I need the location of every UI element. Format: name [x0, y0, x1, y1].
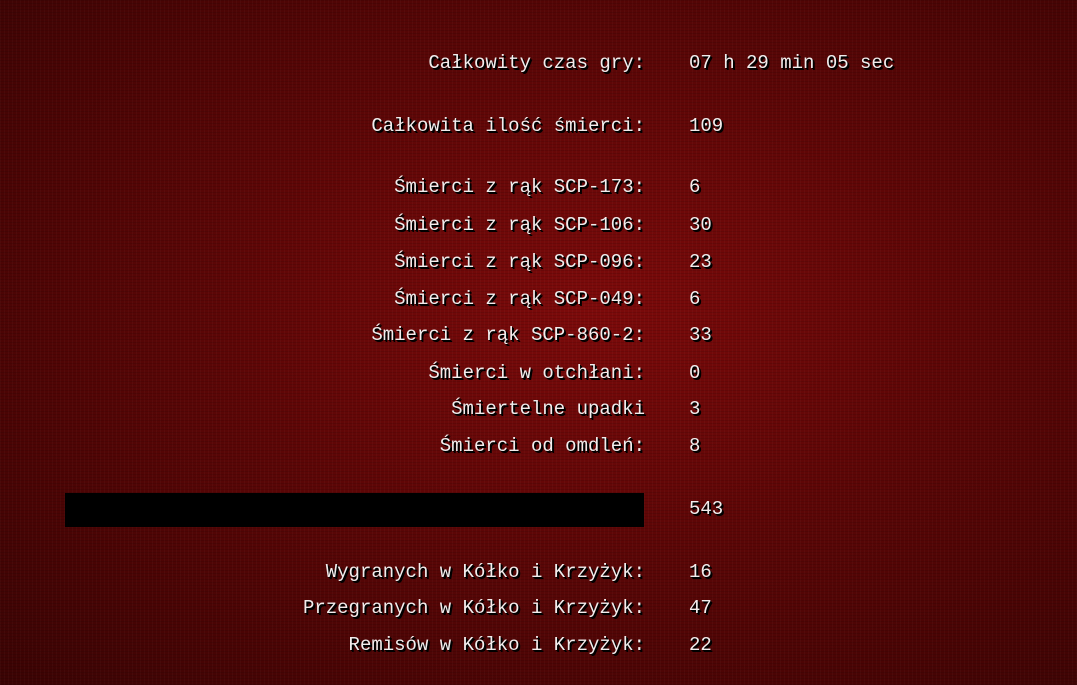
stat-row-total-deaths: Całkowita ilość śmierci: 109 — [0, 115, 1077, 145]
stat-value: 47 — [689, 597, 712, 619]
stat-label: Śmiertelne upadki — [451, 398, 645, 420]
stat-label: Śmierci z rąk SCP-096: — [394, 251, 645, 273]
stat-label: Remisów w Kółko i Krzyżyk: — [348, 634, 645, 656]
stat-value: 0 — [689, 362, 701, 384]
stat-row-ttt-draws: Remisów w Kółko i Krzyżyk: 22 — [0, 634, 1077, 664]
stat-row-total-time: Całkowity czas gry: 07 h 29 min 05 sec — [0, 52, 1077, 82]
stat-value: 07 h 29 min 05 sec — [689, 52, 895, 74]
stat-value: 8 — [689, 435, 701, 457]
stat-row-deaths-scp-173: Śmierci z rąk SCP-173: 6 — [0, 176, 1077, 206]
stat-value: 16 — [689, 561, 712, 583]
stat-row-fatal-falls: Śmiertelne upadki 3 — [0, 398, 1077, 428]
stat-label: Śmierci od omdleń: — [439, 435, 645, 457]
stat-label: Przegranych w Kółko i Krzyżyk: — [302, 597, 645, 619]
stat-label: Śmierci z rąk SCP-106: — [394, 214, 645, 236]
stat-row-deaths-scp-106: Śmierci z rąk SCP-106: 30 — [0, 214, 1077, 244]
stat-value: 23 — [689, 251, 712, 273]
stat-row-redacted: 543 — [0, 498, 1077, 528]
stat-value: 6 — [689, 176, 701, 198]
stat-row-deaths-scp-049: Śmierci z rąk SCP-049: 6 — [0, 288, 1077, 318]
stat-row-deaths-abyss: Śmierci w otchłani: 0 — [0, 362, 1077, 392]
stat-row-deaths-scp-096: Śmierci z rąk SCP-096: 23 — [0, 251, 1077, 281]
stat-label: Śmierci z rąk SCP-049: — [394, 288, 645, 310]
stat-value: 33 — [689, 324, 712, 346]
stat-label: Wygranych w Kółko i Krzyżyk: — [325, 561, 645, 583]
stat-row-ttt-wins: Wygranych w Kółko i Krzyżyk: 16 — [0, 561, 1077, 591]
stat-value: 109 — [689, 115, 724, 137]
stat-label: Całkowity czas gry: — [428, 52, 645, 74]
stat-label: Śmierci w otchłani: — [428, 362, 645, 384]
stat-label: Śmierci z rąk SCP-860-2: — [371, 324, 645, 346]
stat-label: Śmierci z rąk SCP-173: — [394, 176, 645, 198]
stat-value: 30 — [689, 214, 712, 236]
stat-row-deaths-scp-860-2: Śmierci z rąk SCP-860-2: 33 — [0, 324, 1077, 354]
stat-value: 6 — [689, 288, 701, 310]
stat-label: Całkowita ilość śmierci: — [371, 115, 645, 137]
stat-row-faint-deaths: Śmierci od omdleń: 8 — [0, 435, 1077, 465]
stat-value: 3 — [689, 398, 701, 420]
stat-row-ttt-losses: Przegranych w Kółko i Krzyżyk: 47 — [0, 597, 1077, 627]
stat-value: 22 — [689, 634, 712, 656]
stat-value: 543 — [689, 498, 724, 520]
